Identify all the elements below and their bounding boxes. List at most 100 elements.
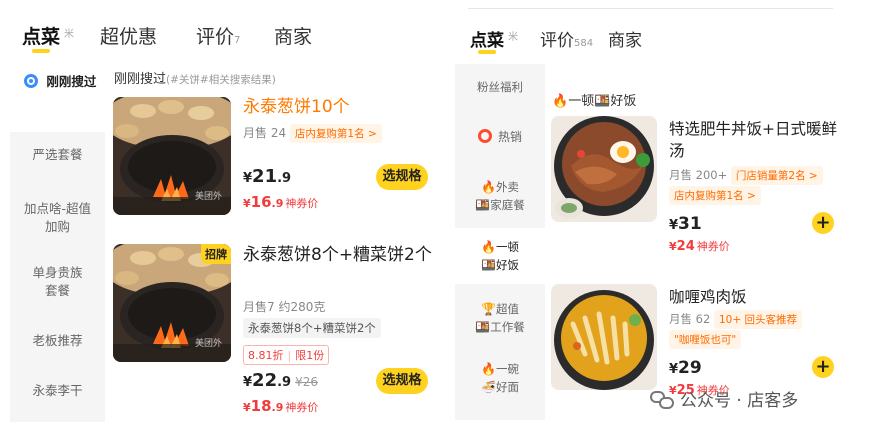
fire-ring-icon xyxy=(477,129,492,143)
dish-title: 特选肥牛丼饭+日式暖鲜汤 xyxy=(669,120,837,160)
image-watermark: 美团外 xyxy=(195,339,223,349)
review-quote: "咖喱饭也可" xyxy=(669,330,742,349)
sidebar-item-label: 好面 xyxy=(495,380,519,394)
tab-order[interactable]: 点菜米 xyxy=(22,22,74,49)
sidebar-item-yongtai[interactable]: 永泰李干 xyxy=(10,382,105,402)
sidebar-item-label: 一碗 xyxy=(495,362,519,376)
sidebar-item-good-noodles[interactable]: 🔥一碗 🍜好面 xyxy=(455,360,545,400)
dish-image xyxy=(551,284,657,390)
noodle-icon: 🍜 xyxy=(481,380,496,394)
dish-meta: 月售 24 店内复购第1名 > xyxy=(243,124,382,143)
signature-badge: 招牌 xyxy=(201,244,231,264)
promo-row: 8.81折 | 限1份 xyxy=(243,345,330,365)
sidebar-item-selected-sets[interactable]: 严选套餐 xyxy=(10,146,105,186)
sidebar-item-recent-search[interactable]: 刚刚搜过 xyxy=(10,72,105,126)
dish-meta: 月售 62 10+ 回头客推荐 xyxy=(669,310,802,329)
tab-active-underline xyxy=(32,49,50,53)
dish-sales: 月售 62 xyxy=(669,312,711,326)
tab-bar: 点菜米 评价584 商家 xyxy=(452,0,887,56)
dish-title: 永泰葱饼8个+糟菜饼2个 xyxy=(243,245,432,265)
bento-icon: 🍱 xyxy=(481,258,496,272)
dish-sales: 月售 200+ xyxy=(669,168,728,182)
sidebar-item-work-meal[interactable]: 🏆超值 🍱工作餐 xyxy=(455,300,545,340)
tab-deals[interactable]: 超优惠 xyxy=(100,22,157,49)
sidebar-item-fan-benefits[interactable]: 粉丝福利 xyxy=(455,78,545,98)
tab-bar: 点菜米 超优惠 评价7 商家 xyxy=(0,0,445,56)
rank-tag[interactable]: 店内复购第1名 > xyxy=(289,124,382,143)
dish-image: 美团外 xyxy=(113,97,231,215)
sidebar-item-label: 严选套餐 xyxy=(32,147,83,162)
rank-tag[interactable]: 门店销量第2名 > xyxy=(730,166,823,185)
coupon-dec: .9 xyxy=(271,197,284,210)
image-watermark: 美团外 xyxy=(195,192,223,202)
dish-meta: 月售 200+ 门店销量第2名 > xyxy=(669,166,823,185)
dish-sales: 月售 24 xyxy=(243,126,287,140)
fire-icon: 🔥 xyxy=(481,362,496,376)
sidebar-item-good-meal[interactable]: 🔥一顿 🍱好饭 xyxy=(455,228,545,284)
sidebar-item-single-sets[interactable]: 单身贵族套餐 xyxy=(10,264,105,304)
watermark-text: 公众号 · 店客多 xyxy=(680,391,799,411)
tab-merchant-label: 商家 xyxy=(608,31,642,51)
fire-icon: 🔥 xyxy=(481,240,496,254)
coupon-int: 24 xyxy=(676,239,695,254)
fire-icon: 🔥 xyxy=(481,180,496,194)
original-price: ¥26 xyxy=(295,375,318,389)
dish-image: 招牌 美团外 xyxy=(113,244,231,362)
sidebar-item-label: 家庭餐 xyxy=(490,198,525,212)
dish-title: 咖喱鸡肉饭 xyxy=(669,288,747,306)
tab-order-sup: 米 xyxy=(508,32,518,43)
fire-icon: 🔥 xyxy=(552,94,569,109)
tab-order-label: 点菜 xyxy=(22,26,61,48)
wechat-watermark: 公众号 · 店客多 xyxy=(650,386,798,411)
price-dec: .9 xyxy=(277,171,292,186)
dish-price: ¥22.9 ¥26 xyxy=(243,370,318,391)
sidebar-item-label: 好饭 xyxy=(495,258,519,272)
tab-reviews[interactable]: 评价584 xyxy=(540,26,593,51)
sidebar-item-label: 工作餐 xyxy=(490,320,525,334)
repeat-customer-tag: 10+ 回头客推荐 xyxy=(713,310,802,329)
dish-sales: 月售7 约280克 xyxy=(243,300,326,314)
tab-merchant[interactable]: 商家 xyxy=(274,22,312,49)
sidebar-item-hot[interactable]: 热销 xyxy=(455,128,545,148)
dish-title: 永泰葱饼10个 xyxy=(243,97,350,117)
sidebar-item-label: 老板推荐 xyxy=(32,333,83,348)
select-spec-button[interactable]: 选规格 xyxy=(376,164,428,190)
price-int: 29 xyxy=(678,358,702,378)
tab-reviews[interactable]: 评价7 xyxy=(196,22,240,49)
bento-icon: 🍱 xyxy=(475,320,491,334)
tab-reviews-count: 584 xyxy=(574,38,594,49)
coupon-price: ¥24 神券价 xyxy=(669,239,730,254)
sidebar-item-label: 粉丝福利 xyxy=(477,80,523,94)
search-icon xyxy=(24,74,38,88)
tab-reviews-count: 7 xyxy=(234,35,241,46)
coupon-label: 神券价 xyxy=(696,240,730,253)
tab-order[interactable]: 点菜米 xyxy=(470,26,518,51)
sidebar-item-boss-recommend[interactable]: 老板推荐 xyxy=(10,332,105,352)
limit-text: 限1份 xyxy=(295,349,325,362)
section-title: 刚刚搜过 xyxy=(114,72,167,87)
dish-price: ¥31 xyxy=(669,214,702,234)
sidebar-item-addons[interactable]: 加点啥-超值加购 xyxy=(10,200,105,240)
tab-active-underline xyxy=(478,50,496,54)
trophy-icon: 🏆 xyxy=(481,302,496,316)
sidebar-item-label: 超值 xyxy=(495,302,519,316)
tab-merchant-label: 商家 xyxy=(274,26,313,48)
sidebar-item-label: 外卖 xyxy=(495,180,519,194)
select-spec-button[interactable]: 选规格 xyxy=(376,368,428,394)
sidebar-item-label: 永泰李干 xyxy=(32,383,83,398)
discount-text: 8.81折 xyxy=(248,349,284,362)
dish-image xyxy=(551,116,657,222)
sidebar-item-family-meal[interactable]: 🔥外卖 🍱家庭餐 xyxy=(455,178,545,218)
section-title: 一顿 xyxy=(568,94,595,109)
price-int: 21 xyxy=(252,166,278,187)
rank-tag[interactable]: 店内复购第1名 > xyxy=(669,186,761,205)
add-to-cart-button[interactable]: + xyxy=(812,356,834,378)
desc-tag: 永泰葱饼8个+糟菜饼2个 xyxy=(243,318,381,338)
price-dec: .9 xyxy=(277,375,292,390)
sidebar-item-label: 一顿 xyxy=(495,240,519,254)
price-int: 31 xyxy=(678,214,702,234)
tab-merchant[interactable]: 商家 xyxy=(608,26,642,51)
coupon-price: ¥16.9 神券价 xyxy=(243,193,319,211)
sidebar-item-label: 热销 xyxy=(497,130,522,144)
add-to-cart-button[interactable]: + xyxy=(812,212,834,234)
